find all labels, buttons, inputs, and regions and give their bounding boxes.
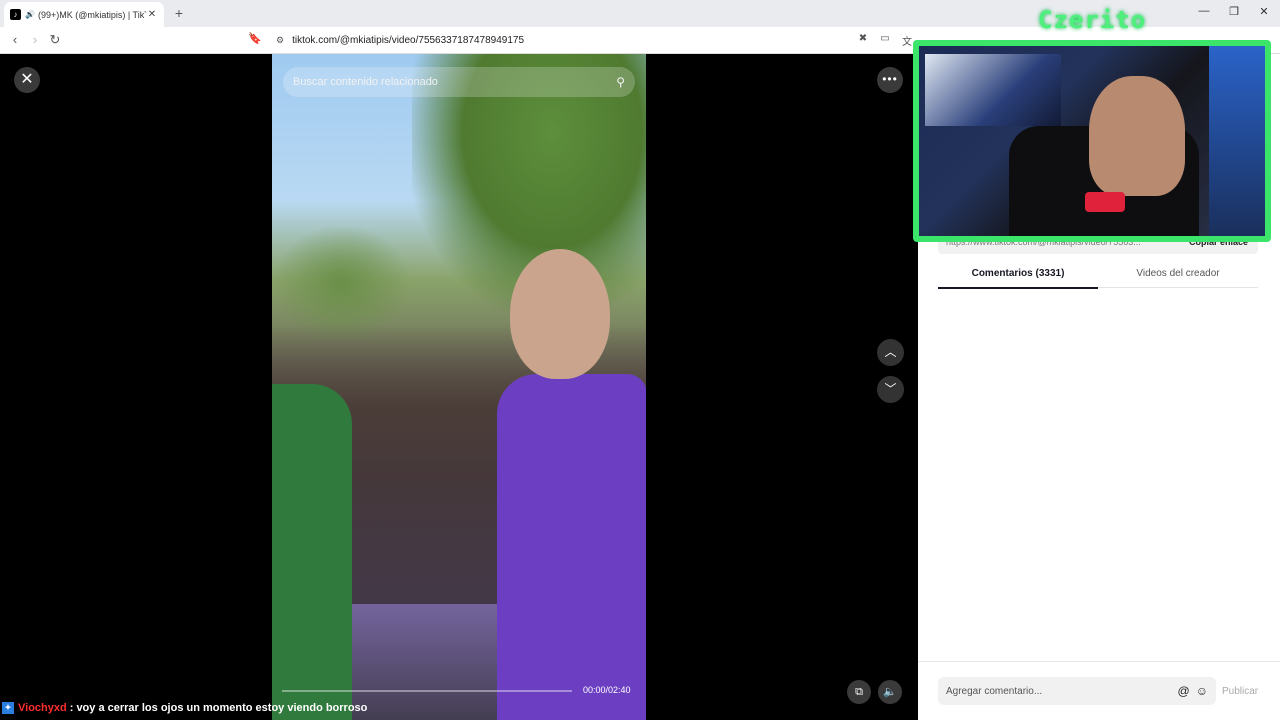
active-tab-underline: [938, 287, 1098, 289]
emoji-icon[interactable]: ☺: [1196, 684, 1208, 698]
video-frame-purple-shirt: [497, 374, 646, 720]
comment-composer: Agregar comentario... @ ☺ Publicar: [918, 661, 1280, 720]
mention-icon[interactable]: @: [1178, 684, 1190, 698]
browser-tab[interactable]: ♪ 🔊 (99+)MK (@mkiatipis) | TikTok ✕: [4, 2, 164, 27]
video-frame-performer: [510, 249, 610, 379]
audio-playing-icon[interactable]: 🔊: [25, 10, 35, 19]
site-info-icon[interactable]: ⚙: [276, 35, 284, 46]
back-icon[interactable]: ‹: [6, 31, 24, 49]
tab-creator-videos[interactable]: Videos del creador: [1098, 268, 1258, 279]
floating-player-icon[interactable]: ⧉: [847, 680, 871, 704]
panel-tabs: Comentarios (3331) Videos del creador: [938, 262, 1258, 289]
bookmark-icon[interactable]: 🔖: [248, 32, 262, 45]
next-video-icon[interactable]: ﹀: [877, 376, 904, 403]
tab-close-icon[interactable]: ✕: [146, 9, 158, 20]
address-bar[interactable]: ⚙ tiktok.com/@mkiatipis/video/7556337187…: [268, 30, 908, 51]
chat-username: Viochyxd: [18, 702, 67, 714]
video-time: 00:00/02:40: [583, 685, 631, 695]
mute-site-icon[interactable]: ✖: [856, 33, 870, 44]
comment-placeholder: Agregar comentario...: [946, 685, 1043, 697]
publish-button[interactable]: Publicar: [1222, 686, 1258, 697]
previous-video-icon[interactable]: ︿: [877, 339, 904, 366]
tab-comments[interactable]: Comentarios (3331): [938, 268, 1098, 279]
restore-icon[interactable]: ❐: [1226, 5, 1242, 18]
chat-badge-icon: ✦: [2, 702, 14, 714]
webcam-overlay: [913, 40, 1271, 242]
more-options-icon[interactable]: •••: [877, 67, 903, 93]
forward-icon[interactable]: ›: [26, 31, 44, 49]
cast-icon[interactable]: ▭: [878, 33, 892, 44]
comment-input[interactable]: Agregar comentario... @ ☺: [938, 677, 1216, 705]
search-placeholder: Buscar contenido relacionado: [293, 76, 438, 88]
tiktok-favicon-icon: ♪: [10, 9, 21, 20]
related-search-input[interactable]: Buscar contenido relacionado ⚲: [283, 67, 635, 97]
minimize-icon[interactable]: —: [1196, 5, 1212, 17]
url-text: tiktok.com/@mkiatipis/video/755633718747…: [292, 35, 525, 46]
video-progress-bar[interactable]: [282, 690, 572, 692]
video-stage: ✕ ••• Buscar contenido relacionado ⚲ 00:…: [0, 54, 918, 720]
close-video-icon[interactable]: ✕: [14, 67, 40, 93]
tab-title: (99+)MK (@mkiatipis) | TikTok: [37, 9, 146, 20]
webcam-streamer: [1089, 76, 1185, 196]
new-tab-icon[interactable]: +: [172, 5, 186, 21]
search-icon[interactable]: ⚲: [616, 75, 625, 89]
webcam-background-light: [1209, 46, 1265, 236]
video-frame-green-shirt: [272, 384, 352, 720]
webcam-microphone: [1085, 192, 1125, 212]
video-player[interactable]: Buscar contenido relacionado ⚲ 00:00/02:…: [272, 54, 646, 720]
streamer-name: Czerito: [1038, 6, 1147, 34]
reload-icon[interactable]: ↻: [46, 31, 64, 49]
window-close-icon[interactable]: ✕: [1256, 5, 1272, 18]
volume-icon[interactable]: 🔈: [878, 680, 902, 704]
webcam-monitor: [925, 54, 1061, 126]
stream-chat-message: ✦ Viochyxd : voy a cerrar los ojos un mo…: [2, 702, 367, 714]
chat-text: : voy a cerrar los ojos un momento estoy…: [69, 702, 368, 714]
translate-icon[interactable]: 文: [900, 33, 914, 48]
